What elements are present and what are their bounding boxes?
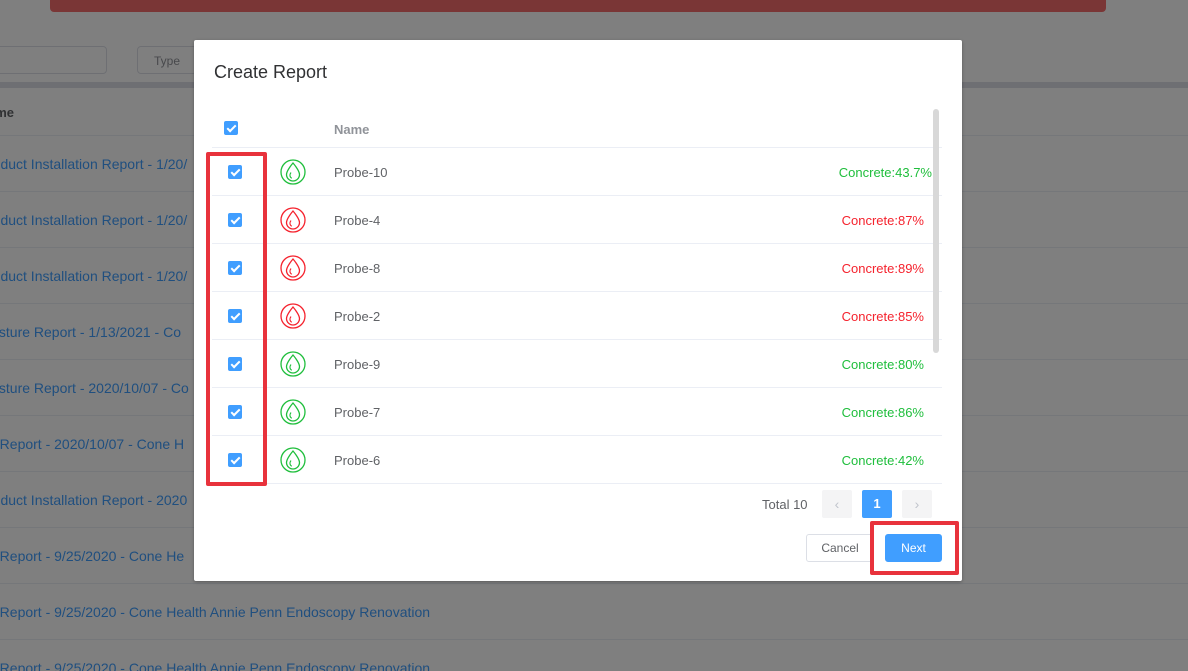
moisture-drop-icon xyxy=(280,399,306,425)
probe-status: Concrete:89% xyxy=(841,261,924,276)
pagination-next-button[interactable]: › xyxy=(902,490,932,518)
probe-name: Probe-4 xyxy=(334,213,381,228)
column-header-name: Name xyxy=(334,122,370,137)
probe-row[interactable]: Probe-6 Concrete:42% xyxy=(212,436,942,484)
probe-list-rows: Probe-10 Concrete:43.7% Probe-4 Concrete:87… xyxy=(212,148,942,484)
checkbox-checked-icon xyxy=(224,121,238,135)
moisture-drop-icon xyxy=(280,447,306,473)
pagination-total: Total 10 xyxy=(762,497,808,512)
probe-name: Probe-8 xyxy=(334,261,381,276)
pagination-page-current[interactable]: 1 xyxy=(862,490,892,518)
probe-list: Name Probe-10 Concrete:43.7% Probe-4 Concre… xyxy=(212,110,942,512)
probe-row[interactable]: Probe-10 Concrete:43.7% xyxy=(212,148,942,196)
list-scrollbar[interactable] xyxy=(933,109,939,353)
moisture-drop-icon xyxy=(280,255,306,281)
probe-status: Concrete:80% xyxy=(841,357,924,372)
probe-row[interactable]: Probe-8 Concrete:89% xyxy=(212,244,942,292)
probe-name: Probe-7 xyxy=(334,405,381,420)
checkbox-column-highlight xyxy=(206,152,267,486)
moisture-drop-icon xyxy=(280,303,306,329)
probe-status: Concrete:86% xyxy=(841,405,924,420)
moisture-drop-icon xyxy=(280,351,306,377)
probe-name: Probe-6 xyxy=(334,453,381,468)
probe-name: Probe-10 xyxy=(334,165,388,180)
chevron-right-icon: › xyxy=(914,496,920,512)
select-all-checkbox[interactable] xyxy=(224,121,238,140)
probe-list-header: Name xyxy=(212,110,942,148)
probe-status: Concrete:43.7% xyxy=(838,165,932,180)
pagination: Total 10 ‹ 1 › xyxy=(194,490,962,518)
dialog-title: Create Report xyxy=(214,62,328,82)
next-button-highlight xyxy=(870,521,959,575)
cancel-button[interactable]: Cancel xyxy=(806,534,874,562)
probe-name: Probe-9 xyxy=(334,357,381,372)
chevron-left-icon: ‹ xyxy=(834,496,840,512)
probe-row[interactable]: Probe-7 Concrete:86% xyxy=(212,388,942,436)
probe-status: Concrete:42% xyxy=(841,453,924,468)
probe-status: Concrete:87% xyxy=(841,213,924,228)
create-report-dialog: Create Report Name Probe-10 Concrete:43.7… xyxy=(194,40,962,581)
probe-row[interactable]: Probe-9 Concrete:80% xyxy=(212,340,942,388)
moisture-drop-icon xyxy=(280,159,306,185)
probe-row[interactable]: Probe-2 Concrete:85% xyxy=(212,292,942,340)
probe-status: Concrete:85% xyxy=(841,309,924,324)
moisture-drop-icon xyxy=(280,207,306,233)
probe-name: Probe-2 xyxy=(334,309,381,324)
pagination-prev-button[interactable]: ‹ xyxy=(822,490,852,518)
probe-row[interactable]: Probe-4 Concrete:87% xyxy=(212,196,942,244)
